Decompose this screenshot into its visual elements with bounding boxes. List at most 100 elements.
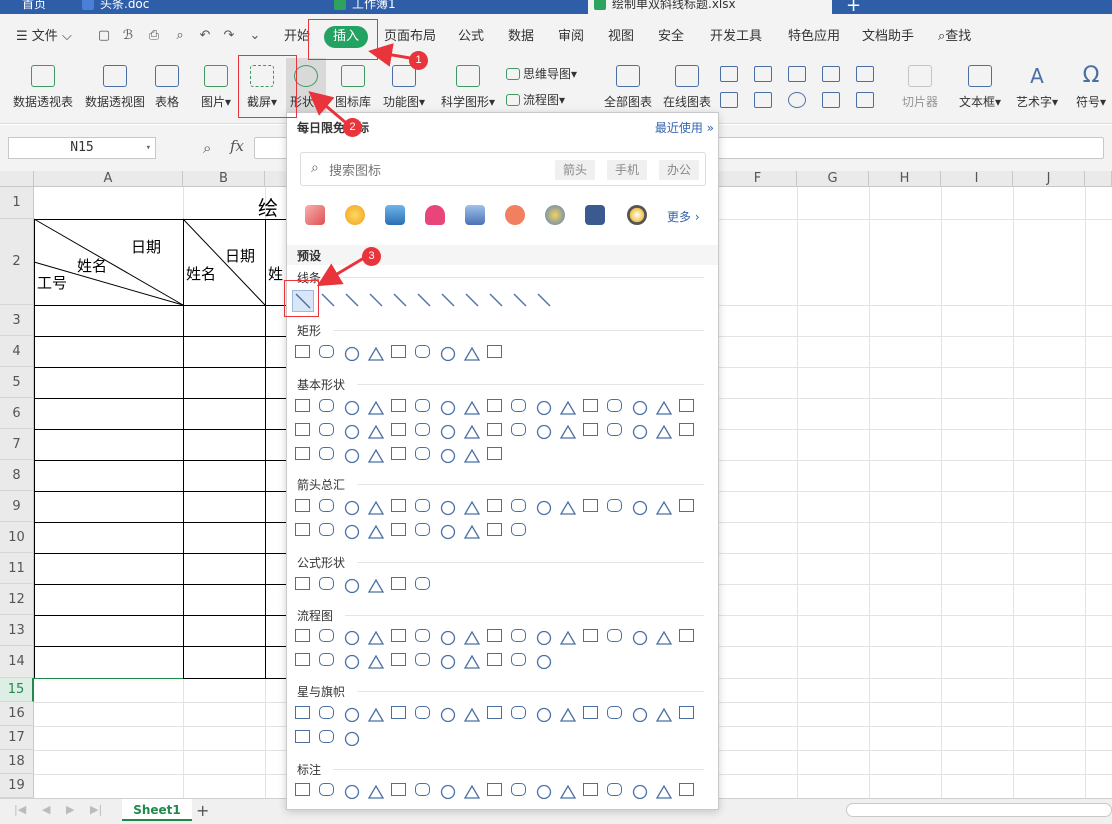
column-header-g[interactable]: G	[797, 171, 869, 187]
more-icons-link[interactable]: 更多 ›	[667, 208, 700, 225]
shape-basic-icon[interactable]	[343, 447, 361, 465]
shape-arrow-icon[interactable]	[367, 499, 385, 517]
shape-arrow-icon[interactable]	[679, 499, 694, 512]
shape-flowchart-icon[interactable]	[655, 629, 673, 647]
shape-arrow-icon[interactable]	[535, 499, 553, 517]
shape-rectangle-icon[interactable]	[343, 345, 361, 363]
shape-equation-icon[interactable]	[295, 577, 310, 590]
shape-arrow-icon[interactable]	[655, 499, 673, 517]
menu-page-layout[interactable]: 页面布局	[384, 27, 436, 47]
shape-basic-icon[interactable]	[367, 423, 385, 441]
shape-basic-icon[interactable]	[535, 423, 553, 441]
tab-home[interactable]: 首页	[0, 0, 70, 14]
shape-basic-icon[interactable]	[295, 447, 310, 460]
shape-flowchart-icon[interactable]	[631, 629, 649, 647]
icon-library-button[interactable]: 图标库	[332, 58, 374, 118]
bar-chart-small-icon[interactable]	[754, 66, 772, 82]
shape-flowchart-icon[interactable]	[367, 653, 385, 671]
shape-star-banner-icon[interactable]	[319, 706, 334, 719]
shape-line-icon[interactable]	[535, 291, 553, 309]
sheet1-tab[interactable]: Sheet1	[122, 799, 192, 821]
shape-flowchart-icon[interactable]	[487, 653, 502, 666]
shape-basic-icon[interactable]	[559, 423, 577, 441]
row-header-4[interactable]: 4	[0, 336, 34, 367]
firework-icon[interactable]	[305, 205, 325, 225]
symbol-button[interactable]: Ω 符号▾	[1070, 58, 1112, 118]
shape-flowchart-icon[interactable]	[415, 629, 430, 642]
flowchart-button[interactable]: 流程图▾	[506, 90, 565, 110]
shape-star-banner-icon[interactable]	[391, 706, 406, 719]
shape-rectangle-icon[interactable]	[463, 345, 481, 363]
shape-callout-icon[interactable]	[391, 783, 406, 796]
row-header-13[interactable]: 13	[0, 615, 34, 646]
search-command[interactable]: ⌕查找	[938, 27, 971, 47]
function-icon[interactable]: fx	[230, 137, 244, 155]
shape-arrow-icon[interactable]	[511, 523, 526, 536]
menu-security[interactable]: 安全	[658, 27, 684, 47]
shape-callout-icon[interactable]	[679, 783, 694, 796]
shape-basic-icon[interactable]	[463, 399, 481, 417]
shape-flowchart-icon[interactable]	[367, 629, 385, 647]
shape-basic-icon[interactable]	[343, 399, 361, 417]
shape-star-banner-icon[interactable]	[343, 730, 361, 748]
shape-basic-icon[interactable]	[487, 423, 502, 436]
shape-arrow-icon[interactable]	[343, 499, 361, 517]
online-chart-button[interactable]: 在线图表	[660, 58, 714, 118]
shape-flowchart-icon[interactable]	[463, 629, 481, 647]
shape-star-banner-icon[interactable]	[295, 730, 310, 743]
shape-basic-icon[interactable]	[391, 399, 406, 412]
shape-basic-icon[interactable]	[679, 423, 694, 436]
shape-basic-icon[interactable]	[319, 423, 334, 436]
row-header-9[interactable]: 9	[0, 491, 34, 522]
column-header-h[interactable]: H	[869, 171, 941, 187]
combo-chart-icon[interactable]	[856, 92, 874, 108]
column-header-i[interactable]: I	[941, 171, 1013, 187]
row-header-12[interactable]: 12	[0, 584, 34, 615]
shape-rectangle-icon[interactable]	[319, 345, 334, 358]
shape-basic-icon[interactable]	[631, 423, 649, 441]
menu-developer[interactable]: 开发工具	[710, 27, 762, 47]
shape-equation-icon[interactable]	[319, 577, 334, 590]
row-header-8[interactable]: 8	[0, 460, 34, 491]
shape-arrow-icon[interactable]	[439, 499, 457, 517]
wordart-button[interactable]: A 艺术字▾	[1012, 58, 1062, 118]
shape-flowchart-icon[interactable]	[583, 629, 598, 642]
column-header-f[interactable]: F	[719, 171, 797, 187]
menu-start[interactable]: 开始	[284, 27, 310, 47]
icon-search-box[interactable]: ⌕ 箭头 手机 办公	[300, 152, 706, 186]
science-shape-button[interactable]: 科学图形▾	[438, 58, 498, 118]
row-header-7[interactable]: 7	[0, 429, 34, 460]
horizontal-scrollbar[interactable]	[846, 803, 1112, 817]
row-header-10[interactable]: 10	[0, 522, 34, 553]
shape-equation-icon[interactable]	[415, 577, 430, 590]
mind-map-button[interactable]: 思维导图▾	[506, 64, 577, 84]
print-preview-icon[interactable]: ⌕	[171, 28, 189, 44]
shape-flowchart-icon[interactable]	[391, 653, 406, 666]
shape-star-banner-icon[interactable]	[415, 706, 430, 719]
stock-chart-icon[interactable]	[754, 92, 772, 108]
shape-basic-icon[interactable]	[319, 447, 334, 460]
shape-callout-icon[interactable]	[487, 783, 502, 796]
zoom-icon[interactable]: ⌕	[203, 139, 211, 157]
lock-icon[interactable]	[505, 205, 525, 225]
file-menu[interactable]: ☰ 文件 ⌵	[16, 27, 72, 47]
shape-flowchart-icon[interactable]	[559, 629, 577, 647]
shape-rectangle-icon[interactable]	[439, 345, 457, 363]
tag-arrow[interactable]: 箭头	[555, 160, 596, 180]
icon-search-input[interactable]	[329, 160, 529, 180]
shape-line-icon[interactable]	[319, 291, 337, 309]
shape-line-icon[interactable]	[415, 291, 433, 309]
shape-arrow-icon[interactable]	[295, 499, 310, 512]
shape-star-banner-icon[interactable]	[679, 706, 694, 719]
shape-star-banner-icon[interactable]	[511, 706, 526, 719]
shape-equation-icon[interactable]	[391, 577, 406, 590]
tab-workbook1[interactable]: 工作簿1	[328, 0, 578, 14]
tab-doc[interactable]: 头条.doc	[76, 0, 316, 14]
shape-arrow-icon[interactable]	[511, 499, 526, 512]
menu-formula[interactable]: 公式	[458, 27, 484, 47]
document-icon[interactable]	[585, 205, 605, 225]
shape-flowchart-icon[interactable]	[439, 629, 457, 647]
shape-callout-icon[interactable]	[319, 783, 334, 796]
shape-arrow-icon[interactable]	[487, 523, 502, 536]
shape-callout-icon[interactable]	[535, 783, 553, 801]
